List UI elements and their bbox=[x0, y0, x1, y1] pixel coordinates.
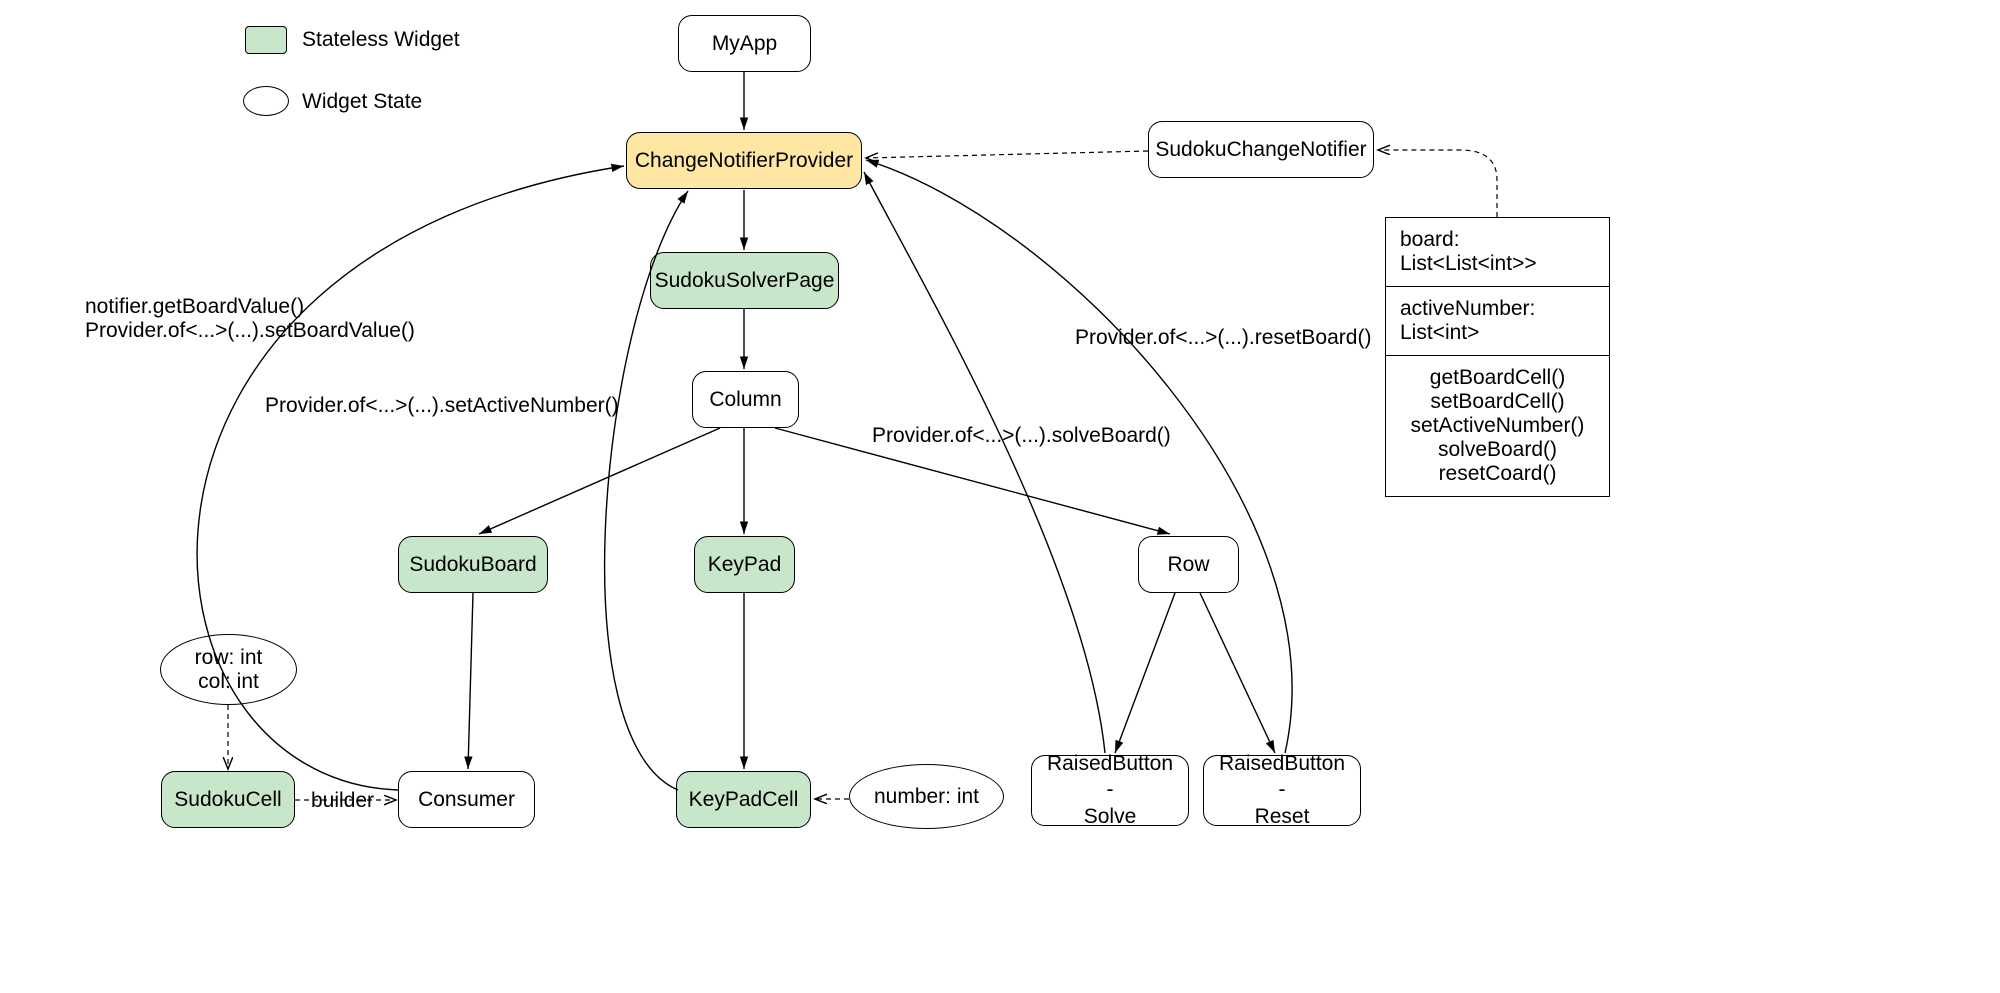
node-keypadcell-label: KeyPadCell bbox=[689, 788, 799, 812]
node-column-label: Column bbox=[709, 388, 781, 412]
node-scn-label: SudokuChangeNotifier bbox=[1155, 138, 1366, 162]
legend-swatch-stateless bbox=[245, 26, 287, 54]
edgelabel-getset: notifier.getBoardValue() Provider.of<...… bbox=[85, 295, 415, 343]
state-number: number: int bbox=[849, 764, 1004, 829]
state-rowcol-label: row: int col: int bbox=[195, 646, 263, 694]
classbox-active: activeNumber: List<int> bbox=[1386, 287, 1609, 356]
node-myapp-label: MyApp bbox=[712, 32, 777, 56]
node-sudokucell: SudokuCell bbox=[161, 771, 295, 828]
node-sudokuchangenotifier: SudokuChangeNotifier bbox=[1148, 121, 1374, 178]
classbox-methods: getBoardCell() setBoardCell() setActiveN… bbox=[1386, 356, 1609, 496]
node-keypad-label: KeyPad bbox=[708, 553, 782, 577]
edgelabel-reset: Provider.of<...>(...).resetBoard() bbox=[1075, 326, 1371, 350]
edgelabel-setactive: Provider.of<...>(...).setActiveNumber() bbox=[265, 394, 619, 418]
node-sudokuboard-label: SudokuBoard bbox=[409, 553, 536, 577]
node-column: Column bbox=[692, 371, 799, 428]
node-raisedbutton-solve: RaisedButton - Solve bbox=[1031, 755, 1189, 826]
node-myapp: MyApp bbox=[678, 15, 811, 72]
edgelabel-solve: Provider.of<...>(...).solveBoard() bbox=[872, 424, 1171, 448]
node-keypad: KeyPad bbox=[694, 536, 795, 593]
node-sudokuboard: SudokuBoard bbox=[398, 536, 548, 593]
node-row: Row bbox=[1138, 536, 1239, 593]
edges-svg bbox=[0, 0, 2000, 993]
node-ssp-label: SudokuSolverPage bbox=[655, 269, 835, 293]
legend-stateless-label: Stateless Widget bbox=[302, 28, 460, 52]
node-raisedbutton-reset: RaisedButton - Reset bbox=[1203, 755, 1361, 826]
legend-swatch-state bbox=[243, 86, 289, 116]
node-consumer-label: Consumer bbox=[418, 788, 515, 812]
classbox-board: board: List<List<int>> bbox=[1386, 218, 1609, 287]
node-row-label: Row bbox=[1167, 553, 1209, 577]
node-consumer: Consumer bbox=[398, 771, 535, 828]
node-keypadcell: KeyPadCell bbox=[676, 771, 811, 828]
node-rbsolve-label: RaisedButton - Solve bbox=[1047, 751, 1173, 830]
node-sudokusolverpage: SudokuSolverPage bbox=[650, 252, 839, 309]
state-rowcol: row: int col: int bbox=[160, 634, 297, 705]
state-number-label: number: int bbox=[874, 785, 979, 809]
legend-state-label: Widget State bbox=[302, 90, 422, 114]
node-cnp-label: ChangeNotifierProvider bbox=[635, 149, 853, 173]
classbox-sudokuchangenotifier: board: List<List<int>> activeNumber: Lis… bbox=[1385, 217, 1610, 497]
node-rbreset-label: RaisedButton - Reset bbox=[1219, 751, 1345, 830]
edgelabel-builder: builder bbox=[311, 789, 374, 813]
node-sudokucell-label: SudokuCell bbox=[174, 788, 281, 812]
node-changenotifierprovider: ChangeNotifierProvider bbox=[626, 132, 862, 189]
